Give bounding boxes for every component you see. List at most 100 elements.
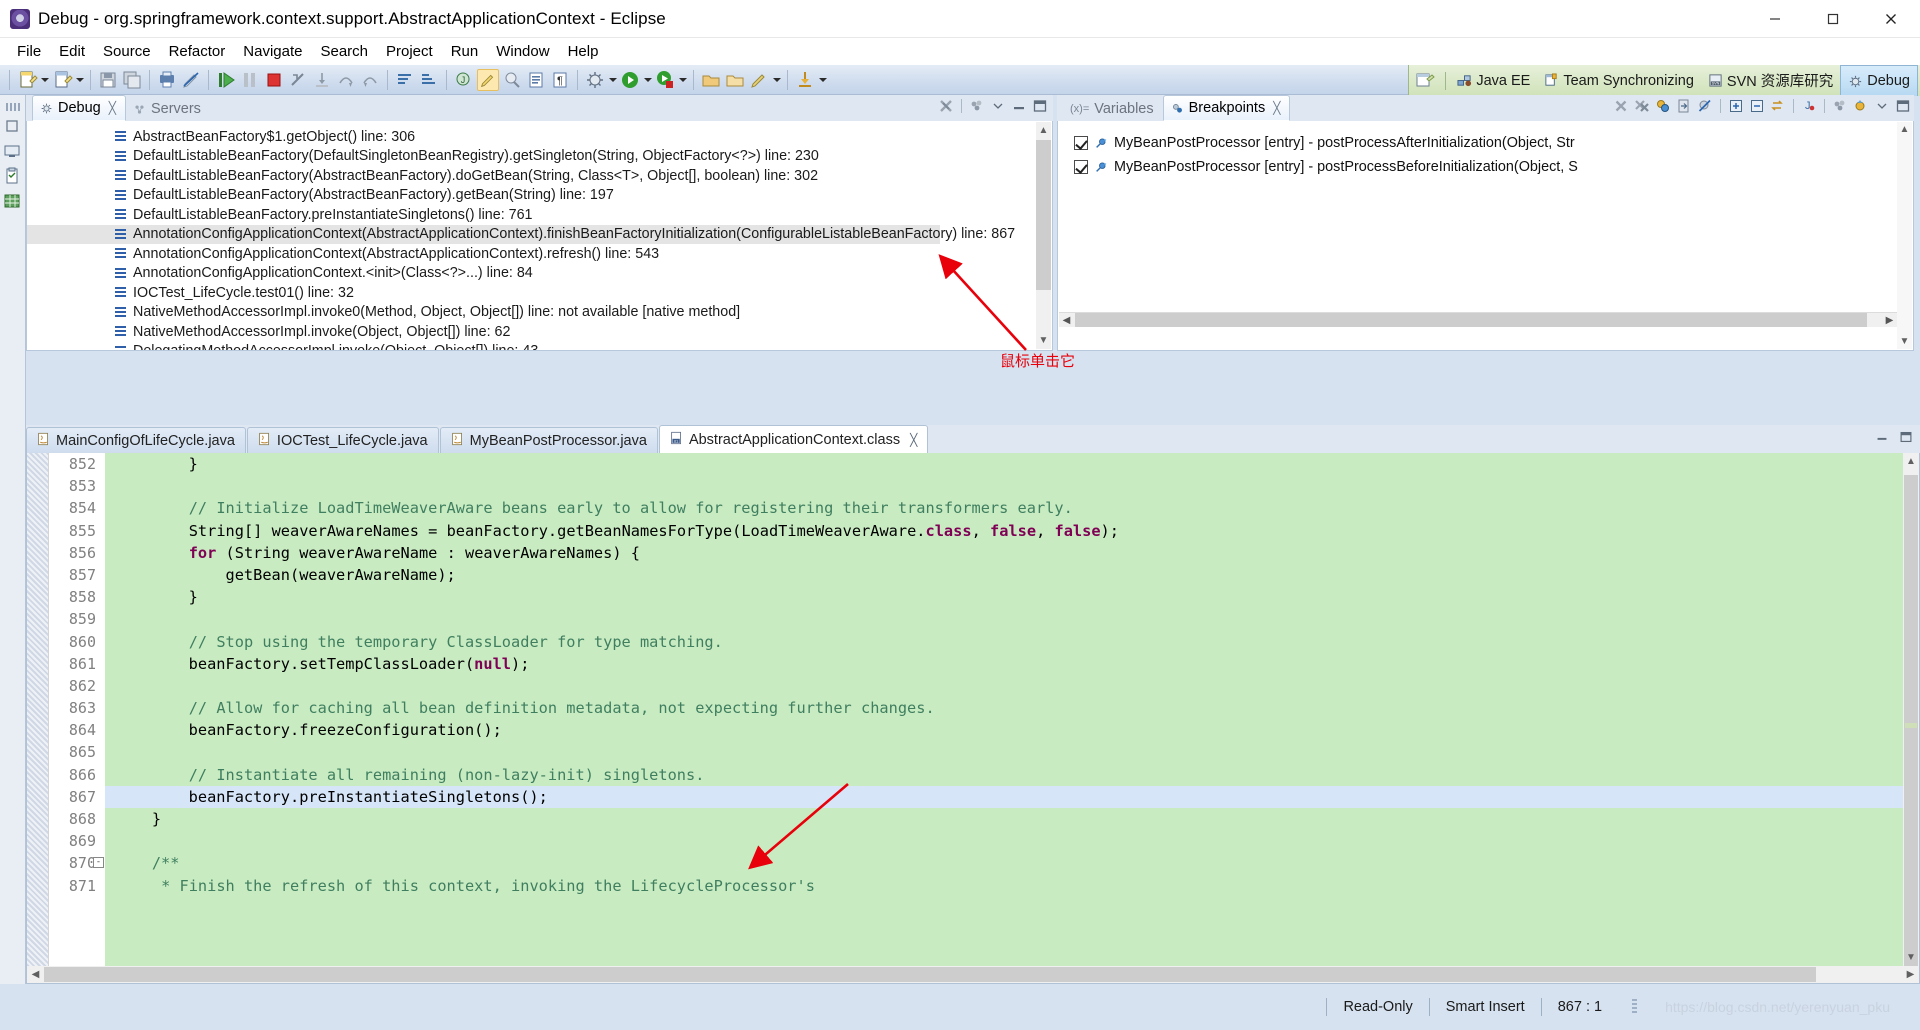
code-line[interactable] [115, 475, 1919, 497]
debug-launch-icon[interactable] [584, 69, 606, 91]
code-line[interactable] [115, 741, 1919, 763]
editor-tab-2[interactable]: IOCTest_LifeCycle.java [246, 427, 439, 453]
editor-horizontal-scrollbar[interactable]: ◀ ▶ [27, 966, 1919, 983]
data-source-view-icon[interactable] [3, 192, 23, 212]
code-area[interactable]: } // Initialize LoadTimeWeaverAware bean… [105, 453, 1919, 983]
open-type-icon[interactable]: J [453, 69, 475, 91]
coverage-dropdown[interactable] [677, 69, 688, 91]
tab-breakpoints[interactable]: Breakpoints ╳ [1162, 95, 1291, 121]
code-line[interactable]: // Initialize LoadTimeWeaverAware beans … [115, 497, 1919, 519]
editor-vertical-scrollbar[interactable]: ▲ ▼ [1903, 453, 1919, 983]
toggle-mark-occurrences-icon[interactable] [477, 68, 499, 91]
close-icon[interactable]: ╳ [1273, 101, 1280, 115]
add-java-exception-icon[interactable] [1852, 97, 1870, 115]
link-with-debug-view-icon[interactable] [1654, 97, 1672, 115]
breakpoint-row[interactable]: MyBeanPostProcessor [entry] - postProces… [1058, 155, 1913, 179]
scrollbar-thumb[interactable] [1036, 140, 1051, 290]
menu-refactor[interactable]: Refactor [160, 41, 235, 62]
prev-annotation-icon[interactable] [418, 69, 440, 91]
code-line[interactable]: * Finish the refresh of this context, in… [115, 875, 1919, 897]
disconnect-icon[interactable] [287, 69, 309, 91]
terminate-icon[interactable] [263, 69, 285, 91]
stack-frame-row[interactable]: DefaultListableBeanFactory(DefaultSingle… [27, 147, 1052, 167]
code-line[interactable] [115, 830, 1919, 852]
minimize-button[interactable] [1746, 0, 1804, 38]
scroll-up-icon[interactable]: ▲ [1036, 122, 1051, 139]
close-icon[interactable]: ╳ [109, 101, 116, 115]
code-line[interactable]: getBean(weaverAwareName); [115, 564, 1919, 586]
scrollbar-thumb[interactable] [1904, 475, 1918, 983]
download-icon[interactable] [794, 69, 816, 91]
skip-all-breakpoints-icon[interactable] [1696, 97, 1714, 115]
console-view-icon[interactable] [3, 142, 23, 162]
maximize-button[interactable] [1804, 0, 1862, 38]
view-menu-chevron-icon[interactable] [1873, 97, 1891, 115]
menu-navigate[interactable]: Navigate [234, 41, 311, 62]
fold-toggle-icon[interactable]: - [93, 857, 104, 869]
code-line[interactable]: beanFactory.freezeConfiguration(); [115, 719, 1919, 741]
edit-pencil-dropdown[interactable] [771, 69, 782, 91]
collapse-all-icon[interactable] [1748, 97, 1766, 115]
menu-run[interactable]: Run [442, 41, 488, 62]
editor-tab-4[interactable]: 01 AbstractApplicationContext.class ╳ [658, 425, 929, 453]
close-icon[interactable]: ╳ [910, 433, 917, 447]
stack-frame-row[interactable]: NativeMethodAccessorImpl.invoke(Object, … [27, 322, 1052, 342]
editor-tab-3[interactable]: MyBeanPostProcessor.java [439, 427, 658, 453]
go-to-file-icon[interactable] [1675, 97, 1693, 115]
menu-file[interactable]: File [8, 41, 50, 62]
scroll-right-icon[interactable]: ▶ [1902, 966, 1919, 983]
menu-help[interactable]: Help [559, 41, 608, 62]
minimize-editor-icon[interactable] [1874, 429, 1890, 450]
scroll-down-icon[interactable]: ▼ [1036, 332, 1051, 349]
stack-frame-row[interactable]: DefaultListableBeanFactory.preInstantiat… [27, 205, 1052, 225]
stack-frame-row[interactable]: IOCTest_LifeCycle.test01() line: 32 [27, 283, 1052, 303]
scroll-down-icon[interactable]: ▼ [1897, 334, 1912, 349]
code-line[interactable] [115, 608, 1919, 630]
drag-handle-dots[interactable] [5, 103, 20, 111]
next-annotation-icon[interactable] [394, 69, 416, 91]
print-icon[interactable] [156, 69, 178, 91]
resume-icon[interactable] [215, 69, 237, 91]
stack-frame-row[interactable]: DefaultListableBeanFactory(AbstractBeanF… [27, 166, 1052, 186]
view-menu-dots-icon[interactable] [968, 97, 986, 115]
stack-frame-row[interactable]: DefaultListableBeanFactory(AbstractBeanF… [27, 186, 1052, 206]
scroll-up-icon[interactable]: ▲ [1897, 122, 1912, 137]
stack-frame-row[interactable]: AbstractBeanFactory$1.getObject() line: … [27, 127, 1052, 147]
debug-view-scrollbar[interactable]: ▲ ▼ [1036, 122, 1051, 349]
no-edit-icon[interactable] [180, 69, 202, 91]
menu-project[interactable]: Project [377, 41, 442, 62]
code-line[interactable]: // Allow for caching all bean definition… [115, 697, 1919, 719]
open-perspective-icon[interactable] [700, 69, 722, 91]
scroll-down-icon[interactable]: ▼ [1903, 949, 1919, 966]
show-whitespace-icon[interactable]: ¶ [549, 69, 571, 91]
editor-tab-1[interactable]: MainConfigOfLifeCycle.java [26, 427, 246, 453]
remove-breakpoint-icon[interactable] [1612, 97, 1630, 115]
maximize-view-icon[interactable] [1894, 97, 1912, 115]
breakpoint-checkbox[interactable] [1074, 136, 1088, 150]
step-into-icon[interactable] [311, 69, 333, 91]
breakpoint-working-sets-icon[interactable] [1831, 97, 1849, 115]
breakpoints-vertical-scrollbar[interactable]: ▲ ▼ [1897, 122, 1912, 349]
code-line[interactable]: } [115, 453, 1919, 475]
stack-frame-row[interactable]: AnnotationConfigApplicationContext.<init… [27, 264, 1052, 284]
link-breakpoints-icon[interactable] [1769, 97, 1787, 115]
run-launch-dropdown[interactable] [642, 69, 653, 91]
view-menu-chevron-icon[interactable] [989, 97, 1007, 115]
search-icon[interactable] [501, 69, 523, 91]
new-wizard-icon[interactable] [16, 69, 38, 91]
breakpoint-ruler[interactable] [27, 453, 49, 983]
code-line[interactable]: beanFactory.preInstantiateSingletons(); [105, 785, 1919, 808]
code-line[interactable]: String[] weaverAwareNames = beanFactory.… [115, 520, 1919, 542]
stack-frame-row[interactable]: DelegatingMethodAccessorImpl.invoke(Obje… [27, 342, 1052, 350]
download-dropdown[interactable] [817, 69, 828, 91]
perspective-team-synchronizing[interactable]: Team Synchronizing [1537, 67, 1701, 94]
scroll-up-icon[interactable]: ▲ [1903, 453, 1919, 470]
maximize-editor-icon[interactable] [1898, 429, 1914, 450]
tab-debug[interactable]: Debug ╳ [32, 95, 126, 121]
breakpoint-row[interactable]: MyBeanPostProcessor [entry] - postProces… [1058, 131, 1913, 155]
run-launch-icon[interactable] [619, 69, 641, 91]
scrollbar-thumb[interactable] [44, 967, 1816, 982]
stack-frame-row[interactable]: NativeMethodAccessorImpl.invoke0(Method,… [27, 303, 1052, 323]
menu-source[interactable]: Source [94, 41, 160, 62]
tab-variables[interactable]: (x)= Variables [1063, 97, 1163, 121]
